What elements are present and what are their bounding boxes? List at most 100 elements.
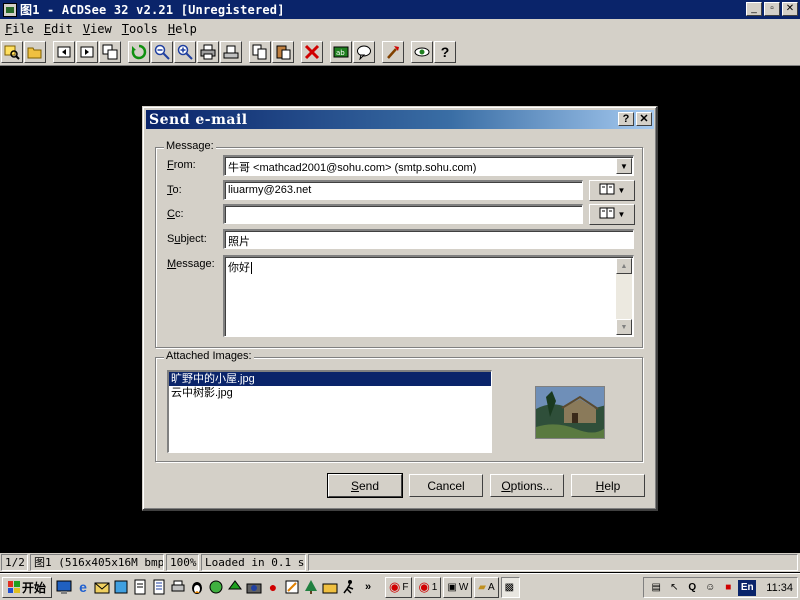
zoom-out-button[interactable] [151, 40, 173, 63]
browse-button[interactable] [1, 40, 23, 63]
document-icon[interactable] [132, 579, 148, 595]
runner-icon[interactable] [341, 579, 357, 595]
menu-file[interactable]: File [0, 22, 39, 36]
to-input[interactable]: liuarmy@263.net [223, 180, 583, 200]
message-scrollbar[interactable]: ▲ ▼ [616, 258, 632, 335]
rename-button[interactable]: ab [330, 40, 352, 63]
message-textarea[interactable]: 你好 ▲ ▼ [223, 255, 634, 337]
chevron-down-icon: ▼ [620, 161, 628, 171]
help-button[interactable]: ? [434, 40, 456, 63]
tray-language-indicator[interactable]: En [738, 579, 757, 596]
paste-icon [275, 44, 291, 60]
qq-penguin-icon[interactable] [189, 579, 205, 595]
cancel-button[interactable]: Cancel [409, 474, 483, 497]
tools-icon [385, 44, 401, 60]
folder-tool-icon[interactable] [322, 579, 338, 595]
tray-clock: 11:34 [766, 581, 793, 594]
send-button[interactable]: Send [327, 473, 403, 498]
to-label: To: [167, 184, 182, 196]
help-dialog-button[interactable]: Help [571, 474, 645, 497]
red-circle-icon: ◉ [389, 579, 401, 594]
tray-q-icon[interactable]: Q [684, 580, 700, 596]
dialog-title: Send e-mail [149, 111, 248, 128]
previous-button[interactable] [53, 40, 75, 63]
window-titlebar[interactable]: 图1 - ACDSee 32 v2.21 [Unregistered] _ ▫ … [0, 0, 800, 19]
menu-help[interactable]: Help [163, 22, 202, 36]
paste-button[interactable] [272, 40, 294, 63]
options-button[interactable]: Options... [490, 474, 564, 497]
acdsee-app-icon[interactable] [3, 2, 17, 17]
delete-button[interactable] [301, 40, 323, 63]
zoom-in-button[interactable] [174, 40, 196, 63]
task-button-acdsee-active[interactable]: ▩ [500, 576, 521, 598]
camera-icon[interactable] [246, 579, 262, 595]
message-value: 你好 [228, 262, 250, 274]
copy-button[interactable] [249, 40, 271, 63]
attachments-list[interactable]: 旷野中的小屋.jpg 云中树影.jpg [167, 370, 492, 453]
print-button[interactable] [197, 40, 219, 63]
list-item[interactable]: 云中树影.jpg [169, 386, 491, 400]
taskbar: 开始 e ● » ◉ F ◉ 1 ▣ W ▰ A ▩ ▤ ↖ Q ☺ ■ En 11:3… [0, 573, 800, 600]
dialog-titlebar[interactable]: Send e-mail ? ✕ [146, 110, 654, 129]
scroll-down-arrow[interactable]: ▼ [616, 319, 632, 335]
subject-label: Subject: [167, 233, 207, 245]
rotate-button[interactable] [128, 40, 150, 63]
task-button-w[interactable]: ▣ W [443, 576, 473, 598]
help-icon: ? [440, 43, 450, 60]
from-combo[interactable]: 牛哥 <mathcad2001@sohu.com> (smtp.sohu.com… [223, 155, 634, 176]
eye-button[interactable] [411, 40, 433, 63]
comment-button[interactable] [353, 40, 375, 63]
menu-edit[interactable]: Edit [39, 22, 78, 36]
ie-icon[interactable]: e [75, 579, 91, 595]
cc-address-book-button[interactable]: ▼ [589, 204, 635, 225]
pencil-icon[interactable] [284, 579, 300, 595]
windows-flag-icon [7, 581, 20, 593]
from-dropdown-arrow[interactable]: ▼ [616, 158, 632, 174]
send-email-dialog: Send e-mail ? ✕ Message: From: 牛哥 <mathc… [142, 106, 658, 511]
network-icon[interactable] [208, 579, 224, 595]
outlook-icon[interactable] [94, 579, 110, 595]
scroll-up-arrow[interactable]: ▲ [616, 258, 632, 274]
more-quicklaunch-icon[interactable]: » [360, 579, 376, 595]
notepad-icon[interactable] [151, 579, 167, 595]
task-button-f[interactable]: ◉ F [385, 576, 413, 598]
list-item[interactable]: 旷野中的小屋.jpg [169, 372, 491, 386]
tray-cursor-icon[interactable]: ↖ [666, 580, 682, 596]
quick-launch: e ● » [56, 579, 379, 595]
red-circle-icon[interactable]: ● [265, 579, 281, 595]
tray-monitor-icon[interactable]: ▤ [648, 580, 664, 596]
cc-input[interactable] [223, 204, 583, 224]
start-button[interactable]: 开始 [2, 576, 52, 598]
to-address-book-button[interactable]: ▼ [589, 180, 635, 201]
copy-window-button[interactable] [99, 40, 121, 63]
menu-tools[interactable]: Tools [117, 22, 163, 36]
open-folder-button[interactable] [24, 40, 46, 63]
start-label: 开始 [21, 580, 46, 595]
channels-icon[interactable] [113, 579, 129, 595]
dialog-help-button[interactable]: ? [618, 112, 634, 126]
message-group-label: Message: [164, 140, 216, 152]
close-button[interactable]: ✕ [782, 2, 798, 16]
task-button-1[interactable]: ◉ 1 [414, 576, 442, 598]
flashget-icon[interactable] [227, 579, 243, 595]
copy-window-icon [102, 44, 118, 60]
delete-icon [304, 44, 320, 60]
task-button-a[interactable]: ▰ A [474, 576, 499, 598]
copy-icon [252, 44, 268, 60]
tray-qq-icon[interactable]: ☺ [702, 580, 718, 596]
maximize-button[interactable]: ▫ [764, 2, 780, 16]
tree-icon[interactable] [303, 579, 319, 595]
menu-view[interactable]: View [78, 22, 117, 36]
scan-button[interactable] [220, 40, 242, 63]
tools-button[interactable] [382, 40, 404, 63]
next-button[interactable] [76, 40, 98, 63]
tray-red-icon[interactable]: ■ [720, 580, 736, 596]
subject-input[interactable]: 照片 [223, 229, 634, 249]
address-book-icon [599, 207, 615, 222]
scan-icon [223, 44, 239, 60]
printer-icon[interactable] [170, 579, 186, 595]
minimize-button[interactable]: _ [746, 2, 762, 16]
cc-label: Cc: [167, 208, 184, 220]
dialog-close-button[interactable]: ✕ [636, 112, 652, 126]
desktop-icon[interactable] [56, 579, 72, 595]
